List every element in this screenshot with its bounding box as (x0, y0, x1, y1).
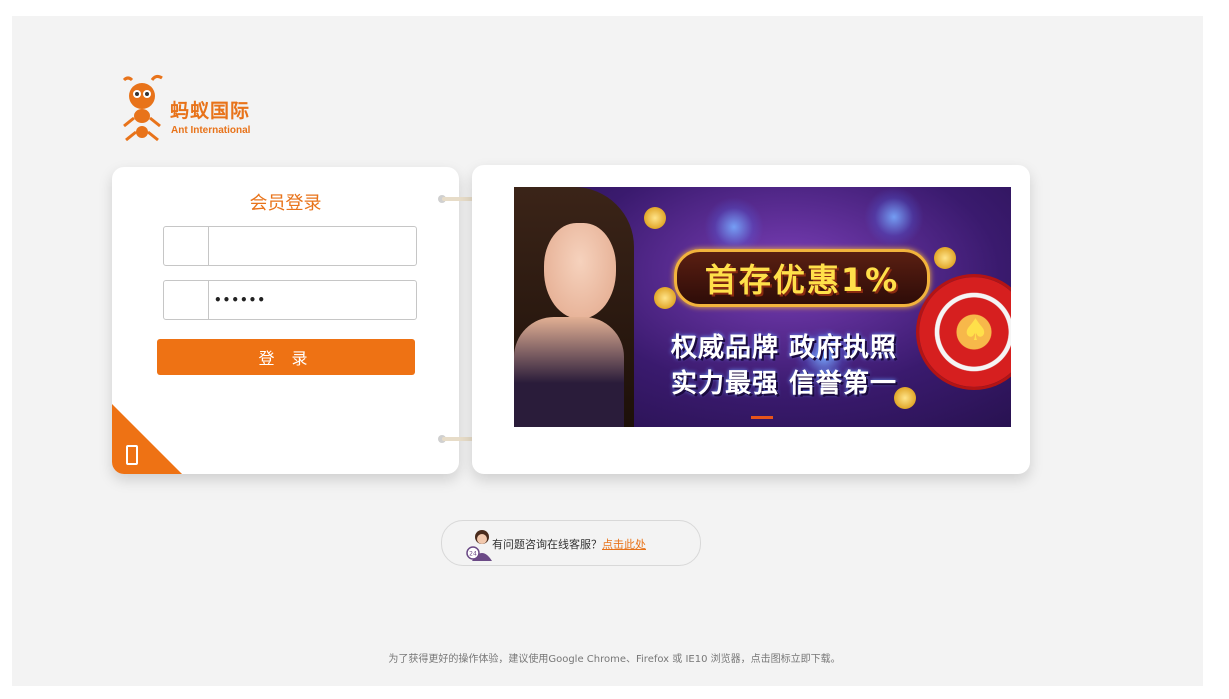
mobile-phone-icon[interactable] (126, 445, 138, 465)
promo-panel: 首存优惠1% 权威品牌 政府执照 实力最强 信誉第一 ♠ (472, 165, 1030, 474)
promo-line-1: 权威品牌 政府执照 (670, 333, 898, 363)
spade-icon: ♠ (962, 313, 989, 348)
brand-logo[interactable]: 蚂蚁国际 Ant International (118, 74, 278, 144)
support-agent-icon: 24 (466, 530, 492, 561)
promo-headline: 首存优惠1% (704, 261, 900, 299)
login-button[interactable]: 登 录 (157, 339, 415, 375)
firework-decoration (864, 187, 924, 247)
username-input[interactable] (214, 227, 410, 265)
customer-service-pill[interactable]: 24 有问题咨询在线客服？点击此处 (441, 520, 701, 566)
username-field[interactable] (163, 226, 417, 266)
promo-line-2: 实力最强 信誉第一 (670, 369, 898, 399)
model-face (544, 223, 616, 319)
model-body (514, 317, 624, 427)
firework-decoration (704, 197, 764, 257)
mobile-download-corner[interactable] (112, 404, 182, 474)
help-link[interactable]: 点击此处 (602, 538, 646, 551)
coin-icon (934, 247, 956, 269)
help-question: 有问题咨询在线客服？ (492, 538, 602, 551)
ant-mascot-icon (122, 74, 163, 142)
login-title: 会员登录 (249, 193, 322, 214)
promo-banner[interactable]: 首存优惠1% 权威品牌 政府执照 实力最强 信誉第一 ♠ (514, 187, 1011, 427)
browser-recommendation: 为了获得更好的操作体验，建议使用Google Chrome、Firefox 或 … (388, 654, 841, 665)
carousel-indicator-active[interactable] (751, 416, 773, 419)
coin-icon (644, 207, 666, 229)
help-text: 有问题咨询在线客服？点击此处 (492, 536, 646, 552)
user-icon (164, 227, 209, 265)
password-input[interactable] (214, 281, 410, 319)
lock-icon (164, 281, 209, 319)
support-badge: 24 (469, 551, 477, 558)
login-panel: 会员登录 登 录 (112, 167, 459, 474)
brand-name-cn: 蚂蚁国际 (170, 100, 251, 122)
brand-name-en: Ant International (171, 125, 251, 136)
password-field[interactable] (163, 280, 417, 320)
coin-icon (654, 287, 676, 309)
